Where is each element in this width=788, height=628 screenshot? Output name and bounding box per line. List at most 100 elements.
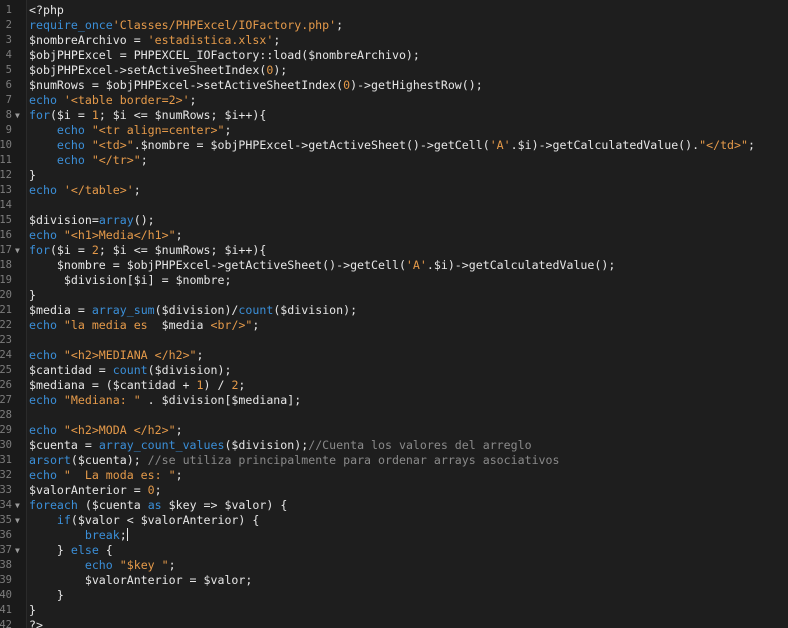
line-number: 25 <box>0 364 12 376</box>
code-line[interactable]: 17 ▼ for($i = 2; $i <= $numRows; $i++){ <box>0 243 788 258</box>
code-line[interactable]: 2 require_once'Classes/PHPExcel/IOFactory… <box>0 18 788 33</box>
code-line[interactable]: 1 <?php <box>0 3 788 18</box>
code-line[interactable]: 9 echo "<tr align=center>"; <box>0 123 788 138</box>
code-token: $cantidad = <box>29 363 113 377</box>
line-number: 34 <box>0 499 12 511</box>
code-token: 2 <box>91 243 99 257</box>
code-token: $valorAnterior = $valor; <box>29 573 253 587</box>
code-line[interactable]: 8 ▼ for($i = 1; $i <= $numRows; $i++){ <box>0 108 788 123</box>
code-token: foreach <box>29 498 78 512</box>
code-line[interactable]: 39 $valorAnterior = $valor; <box>0 573 788 588</box>
code-token: $media = <box>29 303 92 317</box>
code-line[interactable]: 33 $valorAnterior = 0; <box>0 483 788 498</box>
code-token: for <box>29 243 50 257</box>
fold-arrow-icon[interactable]: ▼ <box>15 243 20 258</box>
code-line[interactable]: 20} <box>0 288 788 303</box>
code-token: //se utiliza principalmente para ordenar… <box>147 453 560 467</box>
code-token: arsort <box>29 453 71 467</box>
code-line[interactable]: 27 echo "Mediana: " . $division[$mediana]… <box>0 393 788 408</box>
line-number: 5 <box>5 64 12 76</box>
line-code: ?> <box>29 618 43 628</box>
code-line[interactable]: 11 echo "</tr>"; <box>0 153 788 168</box>
code-token: '<table border=2>' <box>63 93 190 107</box>
line-number: 39 <box>0 574 12 586</box>
code-line[interactable]: 25 $cantidad = count($division); <box>0 363 788 378</box>
code-line[interactable]: 36 break; <box>0 528 788 543</box>
line-code: break; <box>29 528 128 543</box>
code-line[interactable]: 5 $objPHPExcel->setActiveSheetIndex(0); <box>0 63 788 78</box>
code-token: ($cuenta <box>77 498 148 512</box>
code-line[interactable]: 38 echo "$key "; <box>0 558 788 573</box>
code-line[interactable]: 28 <box>0 408 788 423</box>
code-token: ($division)/ <box>154 303 239 317</box>
code-token: ; $i <= $numRows; $i++){ <box>98 243 267 257</box>
line-code: echo "<h1>Media</h1>"; <box>29 228 183 243</box>
code-token: if <box>56 513 71 527</box>
code-token: count <box>238 303 274 317</box>
code-line[interactable]: 19 $division[$i] = $nombre; <box>0 273 788 288</box>
code-line[interactable]: 26 $mediana = ($cantidad + 1) / 2; <box>0 378 788 393</box>
code-line[interactable]: 7 echo '<table border=2>'; <box>0 93 788 108</box>
code-line[interactable]: 34 ▼ foreach ($cuenta as $key => $valor) { <box>0 498 788 513</box>
code-token: } <box>29 543 71 557</box>
line-code: $mediana = ($cantidad + 1) / 2; <box>29 378 245 393</box>
line-code: $valorAnterior = $valor; <box>29 573 253 588</box>
code-line[interactable]: 3 $nombreArchivo = 'estadistica.xlsx'; <box>0 33 788 48</box>
code-line[interactable]: 29 echo "<h2>MODA </h2>"; <box>0 423 788 438</box>
code-line[interactable]: 37 ▼ } else { <box>0 543 788 558</box>
code-editor[interactable]: 1 <?php 2 require_once'Classes/PHPExcel/IOF… <box>0 0 788 628</box>
code-line[interactable]: 14 <box>0 198 788 213</box>
code-line[interactable]: 32 echo " La moda es: "; <box>0 468 788 483</box>
code-token: ($division); <box>273 303 358 317</box>
code-line[interactable]: 21 $media = array_sum($division)/count($d… <box>0 303 788 318</box>
code-line[interactable]: 15 $division=array(); <box>0 213 788 228</box>
fold-arrow-icon[interactable]: ▼ <box>15 498 20 513</box>
code-token: $numRows = $objPHPExcel->setActiveSheetI… <box>29 78 344 92</box>
code-line[interactable]: 18 $nombre = $objPHPExcel->getActiveShee… <box>0 258 788 273</box>
code-token: ; <box>273 33 281 47</box>
fold-arrow-icon[interactable]: ▼ <box>15 108 20 123</box>
code-line[interactable]: 23 <box>0 333 788 348</box>
code-token: ; <box>748 138 755 152</box>
code-line[interactable]: 40 } <box>0 588 788 603</box>
code-line[interactable]: 16 echo "<h1>Media</h1>"; <box>0 228 788 243</box>
code-token: ($division); <box>224 438 309 452</box>
line-number: 1 <box>5 4 12 16</box>
line-code: echo '</table>'; <box>29 183 141 198</box>
code-token: ($cuenta); <box>70 453 148 467</box>
code-token: . $division[$mediana]; <box>140 393 302 407</box>
code-line[interactable]: 24 echo "<h2>MEDIANA </h2>"; <box>0 348 788 363</box>
line-code: $cantidad = count($division); <box>29 363 231 378</box>
line-code: echo "<tr align=center>"; <box>29 123 232 138</box>
code-line[interactable]: 41} <box>0 603 788 618</box>
line-number: 36 <box>0 529 12 541</box>
code-line[interactable]: 4 $objPHPExcel = PHPEXCEL_IOFactory::load… <box>0 48 788 63</box>
code-line[interactable]: 22 echo "la media es $media <br/>"; <box>0 318 788 333</box>
code-token: ; <box>224 123 232 137</box>
code-token: count <box>112 363 148 377</box>
code-token: ) / <box>203 378 232 392</box>
code-line[interactable]: 31 arsort($cuenta); //se utiliza principa… <box>0 453 788 468</box>
code-token: echo <box>29 393 64 407</box>
code-token: ; <box>175 423 183 437</box>
code-line[interactable]: 30 $cuenta = array_count_values($division… <box>0 438 788 453</box>
line-code: $division[$i] = $nombre; <box>29 273 232 288</box>
line-code: <?php <box>29 3 64 18</box>
code-line[interactable]: 6 $numRows = $objPHPExcel->setActiveSheet… <box>0 78 788 93</box>
code-line[interactable]: 35 ▼ if($valor < $valorAnterior) { <box>0 513 788 528</box>
code-token: echo <box>29 228 64 242</box>
code-line[interactable]: 10 echo "<td>".$nombre = $objPHPExcel->g… <box>0 138 788 153</box>
code-token: $mediana = ($cantidad + <box>29 378 197 392</box>
code-token: ; <box>252 318 260 332</box>
code-line[interactable]: 42 ?> <box>0 618 788 628</box>
fold-arrow-icon[interactable]: ▼ <box>15 513 20 528</box>
code-token: echo <box>56 138 92 152</box>
code-token: } <box>29 603 36 617</box>
code-line[interactable]: 12} <box>0 168 788 183</box>
code-line[interactable]: 13 echo '</table>'; <box>0 183 788 198</box>
line-number: 41 <box>0 604 12 616</box>
fold-arrow-icon[interactable]: ▼ <box>15 543 20 558</box>
